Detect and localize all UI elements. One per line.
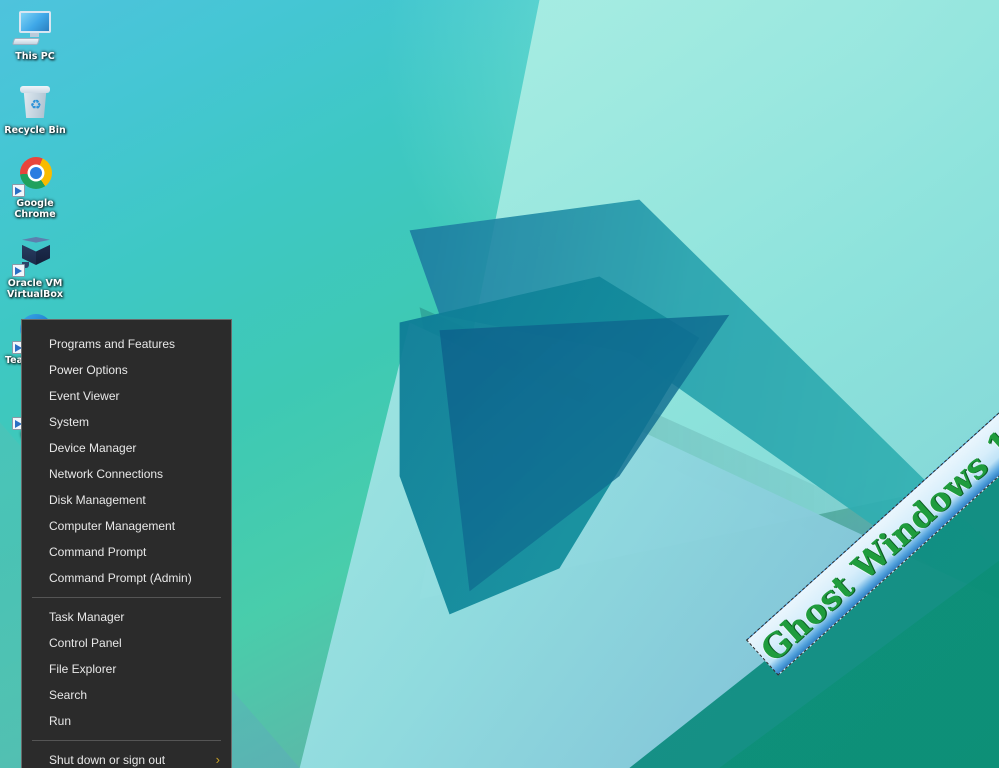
menu-item-programs-and-features[interactable]: Programs and Features xyxy=(22,331,231,357)
menu-item-control-panel[interactable]: Control Panel xyxy=(22,630,231,656)
desktop-icon-label: Oracle VM VirtualBox xyxy=(7,278,63,300)
menu-item-label: Network Connections xyxy=(49,467,164,481)
menu-item-computer-management[interactable]: Computer Management xyxy=(22,513,231,539)
power-user-menu[interactable]: Programs and Features Power Options Even… xyxy=(21,319,232,768)
recycle-bin-icon: ♻ xyxy=(11,82,59,124)
menu-item-label: Control Panel xyxy=(49,636,122,650)
menu-item-power-options[interactable]: Power Options xyxy=(22,357,231,383)
menu-item-network-connections[interactable]: Network Connections xyxy=(22,461,231,487)
menu-item-label: Computer Management xyxy=(49,519,176,533)
menu-item-label: System xyxy=(49,415,90,429)
menu-item-label: Command Prompt xyxy=(49,545,147,559)
menu-item-command-prompt-admin[interactable]: Command Prompt (Admin) xyxy=(22,565,231,591)
menu-item-disk-management[interactable]: Disk Management xyxy=(22,487,231,513)
menu-item-label: Power Options xyxy=(49,363,128,377)
menu-item-label: Shut down or sign out xyxy=(49,753,166,767)
shortcut-arrow-icon xyxy=(12,264,25,277)
desktop-icon-oracle-vm-virtualbox[interactable]: Oracle VM VirtualBox xyxy=(4,235,66,300)
menu-item-label: File Explorer xyxy=(49,662,117,676)
menu-item-shut-down-or-sign-out[interactable]: Shut down or sign out › xyxy=(22,747,231,768)
desktop-icon-google-chrome[interactable]: Google Chrome xyxy=(4,155,66,220)
menu-item-run[interactable]: Run xyxy=(22,708,231,734)
menu-item-command-prompt[interactable]: Command Prompt xyxy=(22,539,231,565)
desktop-icon-label: Google Chrome xyxy=(14,198,56,220)
menu-item-task-manager[interactable]: Task Manager xyxy=(22,604,231,630)
menu-item-search[interactable]: Search xyxy=(22,682,231,708)
menu-item-label: Disk Management xyxy=(49,493,146,507)
menu-item-event-viewer[interactable]: Event Viewer xyxy=(22,383,231,409)
menu-item-label: Programs and Features xyxy=(49,337,176,351)
menu-item-label: Search xyxy=(49,688,88,702)
chrome-icon xyxy=(11,155,59,197)
monitor-icon xyxy=(11,8,59,50)
menu-item-label: Task Manager xyxy=(49,610,125,624)
menu-item-label: Event Viewer xyxy=(49,389,120,403)
menu-item-label: Command Prompt (Admin) xyxy=(49,571,192,585)
desktop[interactable]: This PC ♻ Recycle Bin Google Chrome Orac… xyxy=(0,0,999,768)
virtualbox-icon xyxy=(11,235,59,277)
chevron-right-icon: › xyxy=(215,752,220,767)
menu-separator xyxy=(32,597,221,598)
menu-item-label: Run xyxy=(49,714,72,728)
desktop-icon-this-pc[interactable]: This PC xyxy=(4,8,66,63)
shortcut-arrow-icon xyxy=(12,184,25,197)
desktop-icon-label: This PC xyxy=(15,51,55,62)
menu-item-file-explorer[interactable]: File Explorer xyxy=(22,656,231,682)
menu-item-label: Device Manager xyxy=(49,441,137,455)
desktop-icon-label: Recycle Bin xyxy=(4,125,66,136)
menu-item-device-manager[interactable]: Device Manager xyxy=(22,435,231,461)
menu-separator xyxy=(32,740,221,741)
menu-item-system[interactable]: System xyxy=(22,409,231,435)
desktop-icon-recycle-bin[interactable]: ♻ Recycle Bin xyxy=(4,82,66,137)
